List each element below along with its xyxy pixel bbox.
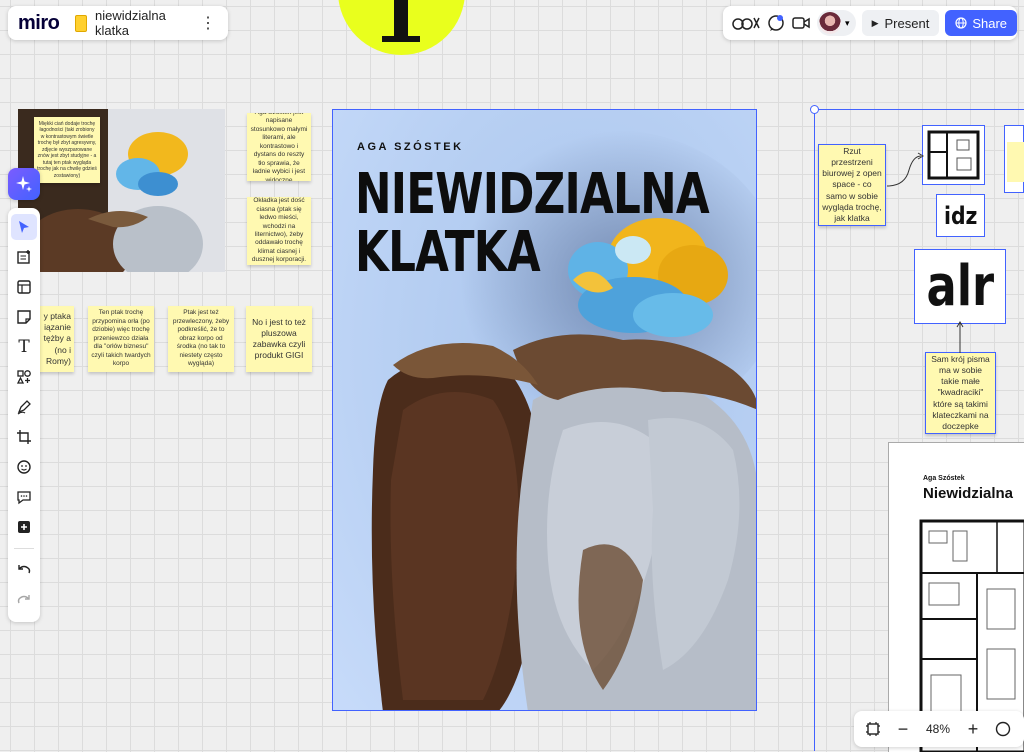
type-crop-alr-text: alr <box>926 254 994 319</box>
floor-plan-crop[interactable] <box>922 125 985 185</box>
sticky-note-icon[interactable] <box>11 304 37 330</box>
share-button[interactable]: Share <box>945 10 1018 36</box>
board-menu-button[interactable]: ⋮ <box>200 13 216 33</box>
ai-assistant-button[interactable] <box>8 168 40 200</box>
crop-frame-icon[interactable] <box>11 424 37 450</box>
toolbar-divider <box>14 548 34 549</box>
zoom-out-button[interactable]: − <box>888 714 918 744</box>
reactions-icon[interactable] <box>729 9 764 37</box>
video-icon[interactable] <box>789 9 814 37</box>
sticky-note-inside-corpo[interactable]: Ptak jest też przewleczony, żeby podkreś… <box>168 306 234 372</box>
user-menu[interactable]: ▾ <box>817 10 856 36</box>
circle-letter-glyph <box>382 0 420 42</box>
present-label: Present <box>884 15 930 31</box>
pen-icon[interactable] <box>11 394 37 420</box>
play-icon: ▶ <box>871 17 879 28</box>
miro-logo[interactable]: miro <box>18 12 60 35</box>
chevron-down-icon: ▾ <box>845 17 850 28</box>
board-icon <box>75 14 88 32</box>
sticky-note-floor-plan[interactable]: Rzut przestrzeni biurowej z open space -… <box>818 144 886 226</box>
select-tool-icon[interactable] <box>11 214 37 240</box>
partial-note-frame[interactable] <box>1004 125 1024 193</box>
sticky-note-typeface[interactable]: Sam krój pisma ma w sobie takie małe "kw… <box>925 352 996 434</box>
connector-arrow-2 <box>956 321 964 353</box>
zoom-controls: − 48% + <box>854 711 1024 747</box>
book-cover-poster[interactable]: AGA SZÓSTEK NIEWIDZIALNA KLATKA <box>332 109 757 711</box>
connector-arrow-1 <box>886 152 924 187</box>
doc-author: Aga Szóstek <box>923 475 965 482</box>
type-crop-idz-text: idz <box>943 201 978 230</box>
doc-title: Niewidzialna <box>923 485 1014 502</box>
shapes-icon[interactable] <box>11 364 37 390</box>
frame-resize-handle[interactable] <box>810 105 819 114</box>
comment-icon[interactable] <box>11 484 37 510</box>
zoom-level[interactable]: 48% <box>918 722 958 736</box>
document-page-preview[interactable]: Aga Szóstek Niewidzialna <box>888 442 1024 752</box>
zoom-in-button[interactable]: + <box>958 714 988 744</box>
poster-author: AGA SZÓSTEK <box>357 141 464 153</box>
floor-plan-crop-art <box>927 130 980 180</box>
left-toolbar: T <box>8 208 40 622</box>
sparkle-icon <box>16 176 32 192</box>
type-crop-alr[interactable]: alr <box>914 249 1006 324</box>
templates-icon[interactable] <box>11 244 37 270</box>
chat-icon[interactable] <box>764 9 789 37</box>
type-crop-idz[interactable]: idz <box>936 194 985 237</box>
avatar <box>819 12 842 34</box>
share-label: Share <box>972 15 1008 31</box>
board-title[interactable]: niewidzialna klatka <box>95 8 200 38</box>
sticky-note-cover-tight[interactable]: Okładka jest dość ciasna (ptak się ledwo… <box>247 197 311 265</box>
text-tool-icon[interactable]: T <box>11 334 37 360</box>
globe-icon <box>955 17 967 29</box>
poster-title: NIEWIDZIALNA KLATKA <box>355 162 710 285</box>
sticky-note-photo[interactable]: Miękki ciań dodaje trochę łagodności (ta… <box>34 117 100 183</box>
partial-sticky-note <box>1007 142 1024 182</box>
sticky-note-eagle[interactable]: Ten ptak trochę przypomina orła (po dzio… <box>88 306 154 372</box>
sticky-note-plush-toy[interactable]: No i jest to też pluszowa zabawka czyli … <box>246 306 312 372</box>
collaboration-toolbar: ▾ ▶ Present Share <box>723 6 1018 40</box>
undo-icon[interactable] <box>11 557 37 583</box>
board-header: miro niewidzialna klatka ⋮ <box>8 6 228 40</box>
fit-to-screen-icon[interactable] <box>858 714 888 744</box>
redo-icon[interactable] <box>11 587 37 613</box>
help-icon[interactable] <box>988 714 1018 744</box>
present-button[interactable]: ▶ Present <box>861 10 940 36</box>
more-tools-icon[interactable] <box>11 514 37 540</box>
frame-layout-icon[interactable] <box>11 274 37 300</box>
sticky-note-author-text[interactable]: Aga Szóstek jest napisane stosunkowo mał… <box>247 113 311 181</box>
sticker-icon[interactable] <box>11 454 37 480</box>
